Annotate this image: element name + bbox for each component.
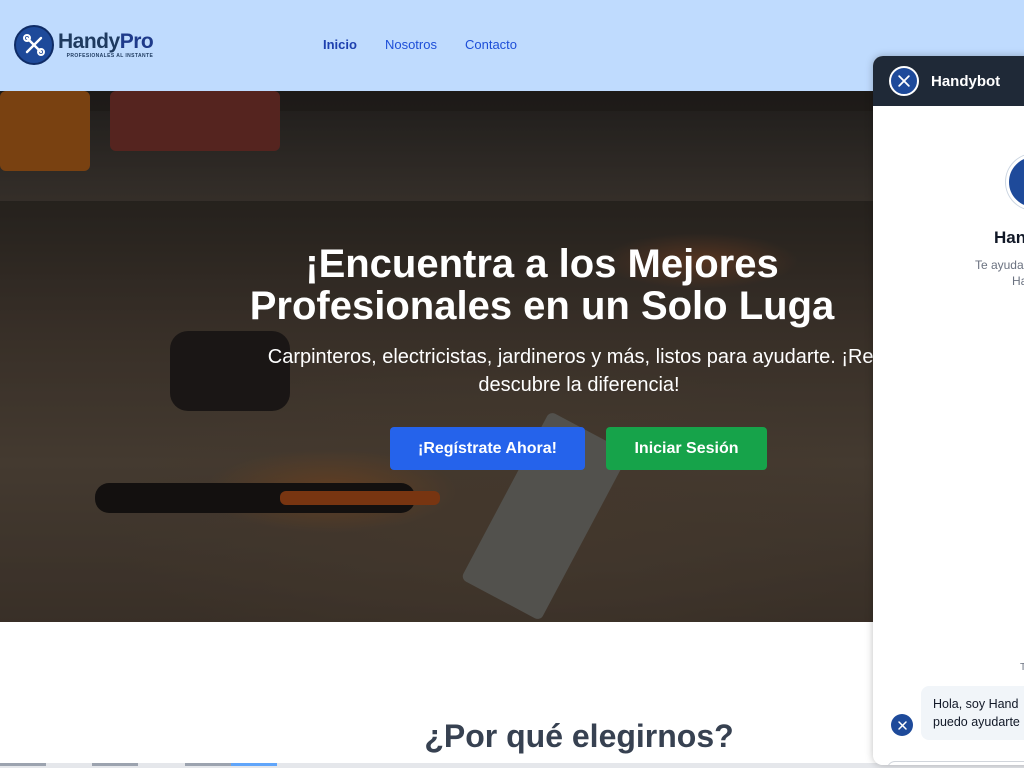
chat-intro-text: Te ayudaré a ente Han — [974, 258, 1024, 288]
site-header: HandyPro PROFESIONALES AL INSTANTE Inici… — [0, 0, 1024, 91]
login-button[interactable]: Iniciar Sesión — [606, 427, 767, 470]
scroll-segment — [92, 763, 138, 766]
scroll-segment — [185, 763, 231, 766]
wrench-screwdriver-icon — [891, 714, 913, 736]
chat-widget: Handybot Han Te ayudaré a ente Han T — [873, 56, 1024, 765]
wrench-screwdriver-icon — [14, 25, 54, 65]
horizontal-scrollbar[interactable] — [0, 763, 1024, 768]
scroll-segment — [0, 763, 46, 766]
wrench-screwdriver-icon — [889, 66, 919, 96]
chat-bot-name: Handybot — [931, 72, 1001, 90]
hero-title: ¡Encuentra a los Mejores Profesionales e… — [249, 242, 835, 328]
chat-message-bubble: Hola, soy Hand puedo ayudarte — [921, 686, 1024, 740]
chat-message-input[interactable] — [887, 761, 1024, 765]
scroll-segment — [231, 763, 277, 766]
main-nav: Inicio Nosotros Contacto — [323, 37, 545, 52]
nav-item-contacto[interactable]: Contacto — [465, 37, 517, 52]
nav-item-nosotros[interactable]: Nosotros — [385, 37, 437, 52]
brand-name: HandyPro — [58, 30, 154, 53]
chat-intro-name: Han — [994, 228, 1024, 247]
hero-subtitle: Carpinteros, electricistas, jardineros y… — [267, 346, 891, 396]
nav-item-inicio[interactable]: Inicio — [323, 37, 357, 52]
wrench-screwdriver-icon — [1006, 154, 1024, 210]
hero-section: ¡Encuentra a los Mejores Profesionales e… — [0, 91, 1024, 622]
chat-timestamp: T — [1020, 662, 1024, 673]
chat-header[interactable]: Handybot — [873, 56, 1024, 106]
chat-body: Han Te ayudaré a ente Han T Hola, soy Ha… — [873, 106, 1024, 765]
brand-logo[interactable]: HandyPro PROFESIONALES AL INSTANTE — [14, 25, 154, 65]
chat-message: Hola, soy Hand puedo ayudarte — [891, 686, 1024, 740]
brand-tagline: PROFESIONALES AL INSTANTE — [66, 53, 154, 59]
register-button[interactable]: ¡Regístrate Ahora! — [390, 427, 585, 470]
why-choose-us-heading: ¿Por qué elegirnos? — [424, 718, 734, 754]
